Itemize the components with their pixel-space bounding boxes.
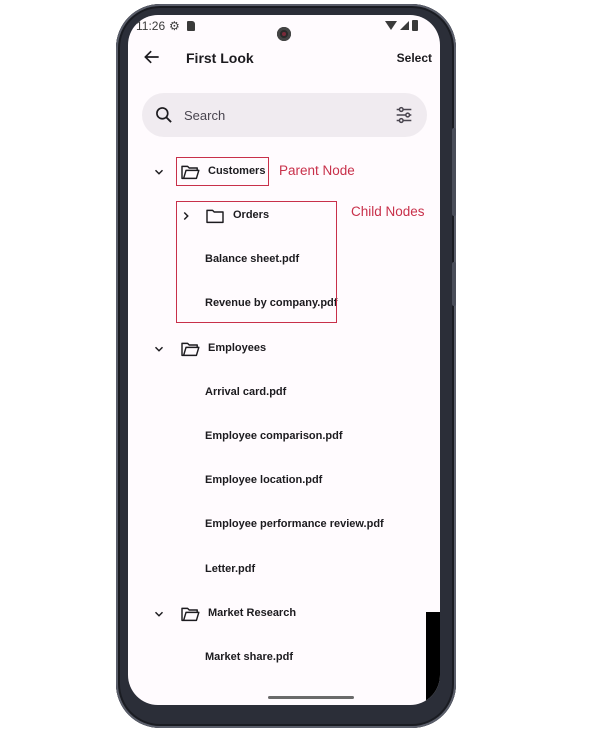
wifi-icon (385, 21, 397, 30)
node-label: Employee performance review.pdf (205, 518, 384, 530)
cell-signal-icon (400, 21, 409, 30)
node-label: Arrival card.pdf (205, 386, 287, 398)
child-nodes-highlight (176, 201, 337, 323)
front-camera (277, 27, 291, 41)
chevron-down-icon[interactable] (152, 342, 166, 356)
node-label: Letter.pdf (205, 563, 256, 575)
node-label: Market share.pdf (205, 651, 294, 663)
tree-node-file[interactable]: Employee location.pdf (128, 466, 440, 496)
tree-node-file[interactable]: Market share.pdf (128, 643, 440, 673)
folder-open-icon (181, 607, 200, 622)
page-title: First Look (186, 50, 254, 66)
volume-button (452, 128, 456, 216)
node-label: Employee comparison.pdf (205, 430, 343, 442)
power-button (452, 262, 456, 306)
battery-icon (412, 20, 418, 31)
tree-node-file[interactable]: Arrival card.pdf (128, 378, 440, 408)
search-input[interactable] (184, 105, 384, 125)
child-nodes-annotation: Child Nodes (351, 204, 425, 219)
filter-sliders-icon[interactable] (393, 104, 415, 126)
node-label: Employee location.pdf (205, 474, 323, 486)
parent-node-highlight (176, 157, 269, 186)
node-label: Employees (208, 342, 267, 354)
tree-node-file[interactable]: Letter.pdf (128, 555, 440, 585)
scrollbar-artifact (426, 612, 440, 705)
folder-open-icon (181, 342, 200, 357)
search-bar[interactable] (142, 93, 427, 137)
tree-node-employees[interactable]: Employees (128, 334, 440, 364)
chevron-down-icon[interactable] (152, 165, 166, 179)
select-button[interactable]: Select (397, 51, 432, 65)
app-bar: First Look Select (128, 43, 440, 75)
tree-node-market-research[interactable]: Market Research (128, 599, 440, 629)
node-label: Market Research (208, 607, 297, 619)
screen: 11:26 ⚙ First Look Select Search Custome… (128, 15, 440, 705)
search-icon (156, 107, 172, 123)
settings-icon: ⚙ (169, 19, 180, 33)
tree-node-file[interactable]: Employee performance review.pdf (128, 510, 440, 540)
home-indicator[interactable] (268, 696, 354, 699)
tree-node-file[interactable]: Employee comparison.pdf (128, 422, 440, 452)
status-time: 11:26 (136, 19, 166, 33)
parent-node-annotation: Parent Node (279, 163, 355, 178)
chevron-down-icon[interactable] (152, 607, 166, 621)
sd-card-icon (187, 21, 195, 31)
arrow-back-icon[interactable] (142, 47, 162, 67)
